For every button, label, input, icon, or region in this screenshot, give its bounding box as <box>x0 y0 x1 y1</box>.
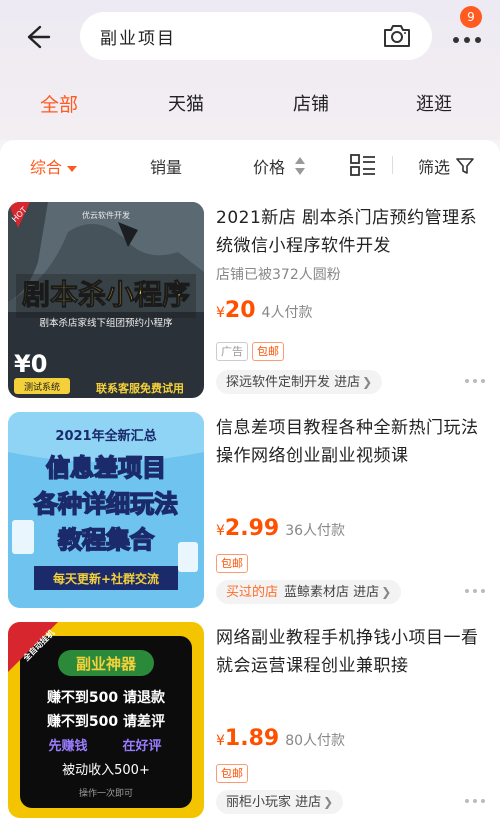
tag-group: 包邮 <box>216 762 252 783</box>
back-arrow-icon[interactable] <box>22 22 52 52</box>
tab-tmall[interactable]: 天猫 <box>168 90 204 116</box>
sort-sales[interactable]: 销量 <box>150 154 182 178</box>
price: ¥2.99 <box>216 516 280 541</box>
category-tabs: 全部 天猫 店铺 逛逛 <box>0 84 500 128</box>
more-options-icon[interactable] <box>464 588 486 594</box>
filter-button[interactable]: 筛选 <box>418 154 450 178</box>
more-dots-icon <box>453 37 481 43</box>
free-shipping-tag: 包邮 <box>216 554 248 573</box>
thumb-l3b: 在好评 <box>122 738 161 754</box>
thumb-subline: 剧本杀店家线下组团预约小程序 <box>39 317 173 329</box>
thumb-top: 2021年全新汇总 <box>55 428 156 444</box>
shop-link[interactable]: 探远软件定制开发 进店 ❯ <box>216 370 383 394</box>
product-title[interactable]: 网络副业教程手机挣钱小项目一看就会运营课程创业兼职接 <box>216 624 492 680</box>
shop-name: 蓝鲸素材店 <box>284 585 350 600</box>
thumb-footer: 联系客服免费试用 <box>96 381 184 395</box>
search-input[interactable]: 副业项目 <box>80 12 432 60</box>
product-title[interactable]: 2021新店 剧本杀门店预约管理系统微信小程序软件开发 <box>216 204 492 260</box>
product-card[interactable]: 2021年全新汇总 信息差项目 各种详细玩法 教程集合 每天更新+社群交流 信息… <box>0 400 500 610</box>
sold-count: 4人付款 <box>261 305 313 321</box>
product-image[interactable]: 2021年全新汇总 信息差项目 各种详细玩法 教程集合 每天更新+社群交流 <box>8 412 204 608</box>
thumb-l5: 操作一次即可 <box>79 787 133 799</box>
divider <box>392 156 393 174</box>
price-line: ¥1.89 80人付款 <box>216 726 345 756</box>
shop-link[interactable]: 丽柜小玩家 进店 ❯ <box>216 790 344 814</box>
thumb-price: ¥0 <box>14 350 47 378</box>
price-line: ¥2.99 36人付款 <box>216 516 345 546</box>
top-header: 副业项目 9 全部 天猫 店铺 逛逛 <box>0 0 500 140</box>
thumb-title: 副业神器 <box>76 655 137 673</box>
more-options-icon[interactable] <box>464 798 486 804</box>
sort-general-label: 综合 <box>30 158 63 177</box>
bought-before: 买过的店 <box>226 585 279 600</box>
chevron-right-icon: ❯ <box>323 795 334 809</box>
thumb-l1: 赚不到500 请退款 <box>46 689 166 706</box>
brand-label: 优云软件开发 <box>82 210 130 220</box>
tag-group: 广告 包邮 <box>216 340 288 361</box>
ad-tag: 广告 <box>216 342 248 361</box>
thumb-l4: 被动收入500+ <box>62 763 150 778</box>
product-list: HOT 优云软件开发 剧本杀小程序 剧本杀店家线下组团预约小程序 ¥0 测试系统… <box>0 190 500 832</box>
camera-icon[interactable] <box>382 22 412 50</box>
tab-shop[interactable]: 店铺 <box>293 90 329 116</box>
product-card[interactable]: 全自动挂机 副业神器 赚不到500 请退款 赚不到500 请差评 先赚钱 在好评… <box>0 610 500 820</box>
product-title[interactable]: 信息差项目教程各种全新热门玩法操作网络创业副业视频课 <box>216 414 492 470</box>
thumb-tag: 测试系统 <box>24 381 60 393</box>
thumb-footer: 每天更新+社群交流 <box>53 571 159 586</box>
price-line: ¥20 4人付款 <box>216 298 312 328</box>
thumb-line1: 信息差项目 <box>46 454 166 482</box>
product-image[interactable]: HOT 优云软件开发 剧本杀小程序 剧本杀店家线下组团预约小程序 ¥0 测试系统… <box>8 202 204 398</box>
free-shipping-tag: 包邮 <box>216 764 248 783</box>
sold-count: 80人付款 <box>285 733 346 749</box>
sort-arrows-icon <box>295 157 305 175</box>
shop-fans: 店铺已被372人圆粉 <box>216 267 341 283</box>
tag-group: 包邮 <box>216 552 252 573</box>
list-view-icon[interactable] <box>350 153 376 177</box>
enter-shop: 进店 <box>295 795 322 810</box>
product-image[interactable]: 全自动挂机 副业神器 赚不到500 请退款 赚不到500 请差评 先赚钱 在好评… <box>8 622 204 818</box>
more-options-icon[interactable] <box>464 378 486 384</box>
shop-name: 探远软件定制开发 <box>226 375 331 390</box>
thumb-l2: 赚不到500 请差评 <box>46 713 165 730</box>
sort-bar: 综合 销量 价格 筛选 <box>0 140 500 190</box>
notification-badge: 9 <box>460 6 482 28</box>
sold-count: 36人付款 <box>285 523 346 539</box>
caret-down-icon <box>67 165 78 172</box>
search-query: 副业项目 <box>100 29 176 49</box>
price: ¥1.89 <box>216 726 280 751</box>
enter-shop: 进店 <box>334 375 361 390</box>
price: ¥20 <box>216 298 256 323</box>
filter-icon[interactable] <box>456 157 474 175</box>
enter-shop: 进店 <box>353 585 380 600</box>
thumb-line2: 各种详细玩法 <box>33 490 178 518</box>
shop-link[interactable]: 买过的店 蓝鲸素材店 进店 ❯ <box>216 580 402 604</box>
chevron-right-icon: ❯ <box>362 375 373 389</box>
chevron-right-icon: ❯ <box>381 585 392 599</box>
product-card[interactable]: HOT 优云软件开发 剧本杀小程序 剧本杀店家线下组团预约小程序 ¥0 测试系统… <box>0 190 500 400</box>
tab-stroll[interactable]: 逛逛 <box>416 90 452 116</box>
thumb-l3a: 先赚钱 <box>48 738 87 754</box>
thumb-headline: 剧本杀小程序 <box>22 278 190 311</box>
free-shipping-tag: 包邮 <box>252 342 284 361</box>
sort-price[interactable]: 价格 <box>253 154 285 178</box>
sort-general[interactable]: 综合 <box>30 154 78 178</box>
thumb-line3: 教程集合 <box>58 526 155 554</box>
shop-name: 丽柜小玩家 <box>226 795 292 810</box>
tab-all[interactable]: 全部 <box>40 90 78 117</box>
